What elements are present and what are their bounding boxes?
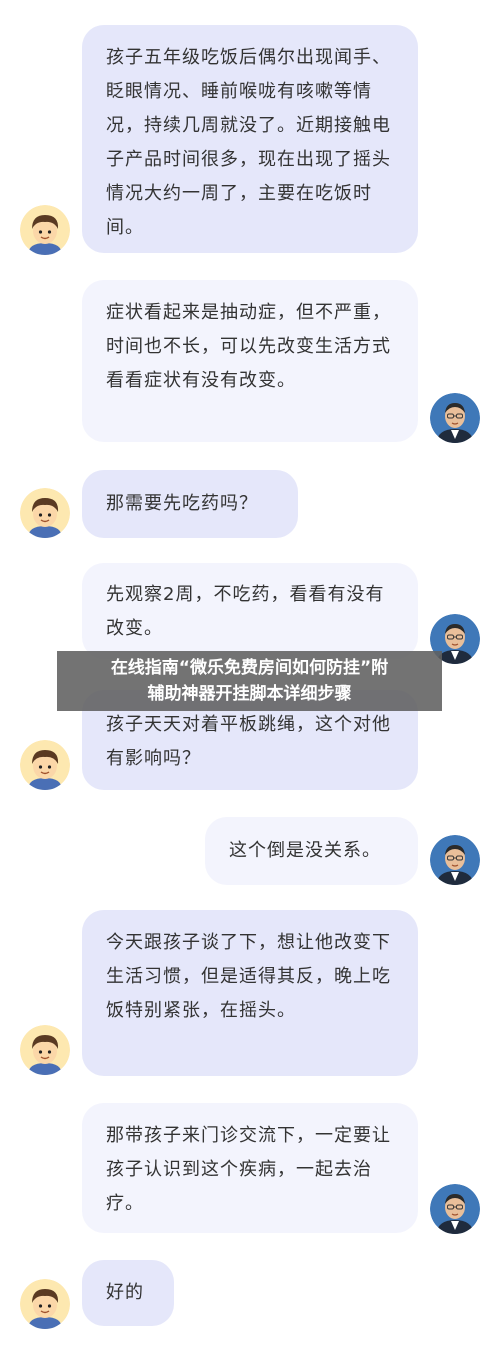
doctor-avatar[interactable] xyxy=(430,393,480,443)
patient-avatar[interactable] xyxy=(20,488,70,538)
doctor-photo-icon xyxy=(430,393,480,443)
chat-bubble-doctor: 那带孩子来门诊交流下，一定要让孩子认识到这个疾病，一起去治疗。 xyxy=(82,1103,418,1233)
promo-banner[interactable]: 在线指南“微乐免费房间如何防挂”附 辅助神器开挂脚本详细步骤 xyxy=(57,651,442,711)
chat-bubble-patient: 今天跟孩子谈了下，想让他改变下生活习惯，但是适得其反，晚上吃饭特别紧张，在摇头。 xyxy=(82,910,418,1076)
chat-bubble-doctor: 先观察2周，不吃药，看看有没有改变。 xyxy=(82,563,418,659)
message-text: 那带孩子来门诊交流下，一定要让孩子认识到这个疾病，一起去治疗。 xyxy=(106,1125,391,1214)
message-text: 好的 xyxy=(106,1282,144,1303)
message-text: 那需要先吃药吗？ xyxy=(106,493,258,514)
doctor-photo-icon xyxy=(430,1184,480,1234)
boy-avatar-icon xyxy=(20,1279,70,1329)
chat-bubble-patient: 好的 xyxy=(82,1260,174,1326)
message-text: 今天跟孩子谈了下，想让他改变下生活习惯，但是适得其反，晚上吃饭特别紧张，在摇头。 xyxy=(106,932,391,1021)
patient-avatar[interactable] xyxy=(20,740,70,790)
doctor-avatar[interactable] xyxy=(430,835,480,885)
chat-bubble-doctor: 症状看起来是抽动症，但不严重，时间也不长，可以先改变生活方式看看症状有没有改变。 xyxy=(82,280,418,442)
banner-line-2: 辅助神器开挂脚本详细步骤 xyxy=(147,684,352,704)
message-text: 孩子天天对着平板跳绳，这个对他有影响吗？ xyxy=(106,714,391,769)
patient-avatar[interactable] xyxy=(20,1025,70,1075)
doctor-avatar[interactable] xyxy=(430,1184,480,1234)
chat-bubble-patient: 那需要先吃药吗？ xyxy=(82,470,298,538)
doctor-photo-icon xyxy=(430,835,480,885)
message-text: 症状看起来是抽动症，但不严重，时间也不长，可以先改变生活方式看看症状有没有改变。 xyxy=(106,302,391,391)
message-text: 孩子五年级吃饭后偶尔出现闻手、眨眼情况、睡前喉咙有咳嗽等情况，持续几周就没了。近… xyxy=(106,47,391,238)
patient-avatar[interactable] xyxy=(20,205,70,255)
boy-avatar-icon xyxy=(20,205,70,255)
patient-avatar[interactable] xyxy=(20,1279,70,1329)
chat-bubble-doctor: 这个倒是没关系。 xyxy=(205,817,418,885)
chat-bubble-patient: 孩子五年级吃饭后偶尔出现闻手、眨眼情况、睡前喉咙有咳嗽等情况，持续几周就没了。近… xyxy=(82,25,418,253)
message-text: 先观察2周，不吃药，看看有没有改变。 xyxy=(106,584,385,639)
boy-avatar-icon xyxy=(20,740,70,790)
message-text: 这个倒是没关系。 xyxy=(229,840,381,861)
banner-line-1: 在线指南“微乐免费房间如何防挂”附 xyxy=(110,658,389,678)
boy-avatar-icon xyxy=(20,1025,70,1075)
boy-avatar-icon xyxy=(20,488,70,538)
